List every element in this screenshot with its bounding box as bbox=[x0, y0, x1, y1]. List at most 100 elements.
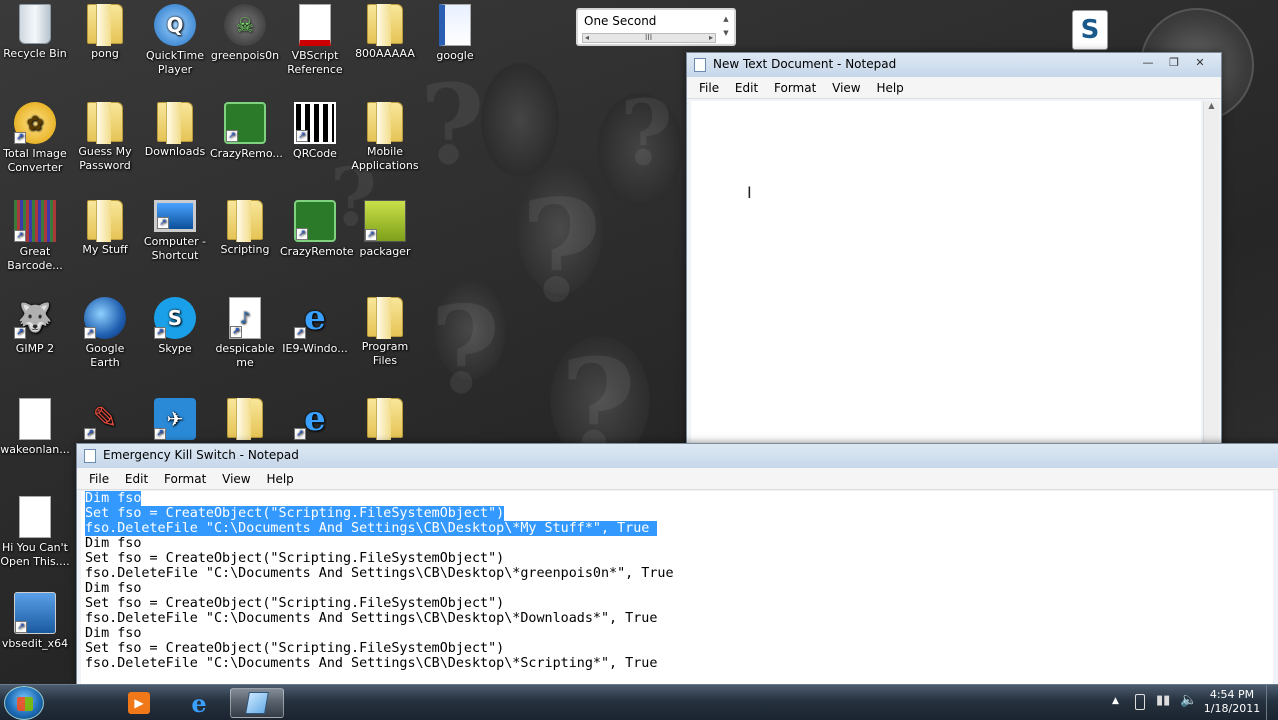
line-text: Dim fso bbox=[85, 626, 142, 641]
computer-icon: ↗ bbox=[154, 200, 196, 232]
desktop-icon[interactable]: ↗ vbsedit_x64 bbox=[0, 592, 70, 651]
desktop-icon[interactable]: ♪ ↗ despicable me bbox=[210, 297, 280, 370]
notepad-icon bbox=[84, 449, 96, 463]
crazyremote-icon: ↗ bbox=[224, 102, 266, 144]
desktop-icon[interactable]: Program Files bbox=[350, 297, 420, 368]
start-button[interactable] bbox=[4, 686, 44, 720]
desktop-icon-label: packager bbox=[359, 245, 411, 258]
menu-help[interactable]: Help bbox=[260, 472, 299, 486]
plane-icon: ✈ ↗ bbox=[154, 398, 196, 440]
desktop-icon[interactable]: 🐺 ↗ GIMP 2 bbox=[0, 297, 70, 356]
media-player-button[interactable]: ▶ bbox=[112, 688, 166, 718]
desktop-icon[interactable]: VBScript Reference bbox=[280, 4, 350, 77]
desktop-icon[interactable]: My Stuff bbox=[70, 200, 140, 257]
desktop-icon[interactable]: ↗ Great Barcode... bbox=[0, 200, 70, 273]
network-icon[interactable]: ▮▮ bbox=[1156, 693, 1170, 708]
desktop-icon[interactable]: ✿ ↗ Total Image Converter bbox=[0, 102, 70, 175]
notepad-kill-title: Emergency Kill Switch - Notepad bbox=[103, 448, 299, 462]
notepad-new-text-area[interactable]: I bbox=[691, 101, 1201, 447]
notepad-kill-window[interactable]: Emergency Kill Switch - Notepad File Edi… bbox=[76, 443, 1278, 684]
desktop-icon[interactable]: ☠ greenpois0n bbox=[210, 4, 280, 63]
clock[interactable]: 4:54 PM 1/18/2011 bbox=[1200, 688, 1264, 716]
desktop-icon[interactable]: ↗ QRCode bbox=[280, 102, 350, 161]
menu-format[interactable]: Format bbox=[768, 81, 822, 95]
desktop-icon[interactable]: Scripting bbox=[210, 200, 280, 257]
gadget-spinner[interactable]: ▲ ▼ bbox=[720, 12, 732, 42]
maximize-button[interactable]: ❐ bbox=[1161, 55, 1187, 72]
desktop-icon[interactable]: pong bbox=[70, 4, 140, 61]
desktop-icon[interactable]: ↗ CrazyRemote bbox=[280, 200, 354, 259]
desktop-icon[interactable]: e ↗ IE9-Windo... bbox=[280, 297, 350, 356]
desktop-icon[interactable]: google bbox=[420, 4, 490, 63]
vbs-script-icon[interactable]: S bbox=[1072, 10, 1108, 50]
desktop-icon[interactable]: 800AAAAA bbox=[350, 4, 420, 61]
ie-icon: e ↗ bbox=[294, 398, 336, 440]
menu-edit[interactable]: Edit bbox=[119, 472, 154, 486]
notepad-kill-titlebar[interactable]: Emergency Kill Switch - Notepad bbox=[77, 444, 1278, 468]
folder-icon bbox=[367, 102, 403, 144]
line-text: Dim fso bbox=[85, 536, 142, 551]
desktop-icon-label: Program Files bbox=[361, 340, 409, 367]
pencil-icon: ✎ ↗ bbox=[84, 398, 126, 440]
desktop-icon[interactable]: ✎ ↗ bbox=[70, 398, 140, 443]
notepad-new-window[interactable]: New Text Document - Notepad — ❐ ✕ File E… bbox=[686, 52, 1222, 448]
desktop-icon[interactable]: e ↗ bbox=[280, 398, 350, 443]
notepad-kill-text-area[interactable]: Dim fso Set fso = CreateObject("Scripting… bbox=[81, 491, 1273, 684]
notepad-taskbar-button[interactable] bbox=[230, 688, 284, 718]
desktop-icon[interactable]: Recycle Bin bbox=[0, 4, 70, 61]
volume-icon[interactable]: 🔈 bbox=[1180, 692, 1197, 708]
notepad-new-titlebar[interactable]: New Text Document - Notepad — ❐ ✕ bbox=[687, 53, 1221, 77]
code-line: Set fso = CreateObject("Scripting.FileSy… bbox=[85, 596, 1273, 611]
scroll-left-icon[interactable]: ◂ bbox=[585, 34, 589, 42]
desktop-icon[interactable]: ✈ ↗ bbox=[140, 398, 210, 443]
code-line: Set fso = CreateObject("Scripting.FileSy… bbox=[85, 551, 1273, 566]
notepad-icon bbox=[694, 58, 706, 72]
desktop-icon[interactable]: Mobile Applications bbox=[350, 102, 420, 173]
desktop-icon[interactable]: ↗ Computer - Shortcut bbox=[140, 200, 210, 263]
menu-view[interactable]: View bbox=[826, 81, 866, 95]
shortcut-arrow-icon: ↗ bbox=[157, 217, 169, 229]
one-second-gadget[interactable]: One Second ◂ III ▸ ▲ ▼ bbox=[576, 8, 736, 46]
vertical-scrollbar[interactable]: ▲ bbox=[1203, 101, 1219, 447]
scroll-right-icon[interactable]: ▸ bbox=[709, 34, 713, 42]
desktop-icon[interactable]: Hi You Can't Open This.... bbox=[0, 496, 70, 569]
battery-icon[interactable] bbox=[1135, 694, 1145, 710]
folder-icon bbox=[367, 398, 403, 440]
desktop-icon[interactable] bbox=[210, 398, 280, 441]
minimize-button[interactable]: — bbox=[1135, 55, 1161, 72]
shortcut-arrow-icon: ↗ bbox=[84, 327, 96, 339]
shortcut-arrow-icon: ↗ bbox=[365, 229, 377, 241]
shortcut-arrow-icon: ↗ bbox=[230, 326, 242, 338]
shortcut-arrow-icon: ↗ bbox=[226, 130, 238, 142]
menu-format[interactable]: Format bbox=[158, 472, 212, 486]
internet-explorer-button[interactable]: e bbox=[172, 688, 226, 718]
menu-file[interactable]: File bbox=[83, 472, 115, 486]
desktop-icon[interactable]: Downloads bbox=[140, 102, 210, 159]
desktop-icon[interactable]: ↗ packager bbox=[350, 200, 420, 259]
desktop-icon-label: Recycle Bin bbox=[3, 47, 67, 60]
desktop-icon[interactable]: Q QuickTime Player bbox=[140, 4, 210, 77]
desktop-icon[interactable]: S ↗ Skype bbox=[140, 297, 210, 356]
desktop-icon[interactable] bbox=[350, 398, 420, 441]
code-line: fso.DeleteFile "C:\Documents And Setting… bbox=[85, 566, 1273, 581]
menu-edit[interactable]: Edit bbox=[729, 81, 764, 95]
shortcut-arrow-icon: ↗ bbox=[154, 428, 166, 440]
gadget-scrollbar[interactable]: ◂ III ▸ bbox=[582, 33, 716, 43]
show-hidden-icons-button[interactable]: ▲ bbox=[1112, 696, 1119, 706]
code-line: Set fso = CreateObject("Scripting.FileSy… bbox=[85, 641, 1273, 656]
desktop-icon[interactable]: wakeonlan... bbox=[0, 398, 70, 457]
file-icon bbox=[19, 398, 51, 440]
desktop-icon[interactable]: ↗ Google Earth bbox=[70, 297, 140, 370]
gadget-scroll-mark: III bbox=[645, 33, 653, 42]
desktop-icon[interactable]: Guess My Password bbox=[70, 102, 140, 173]
desktop-icon[interactable]: ↗ CrazyRemo... bbox=[210, 102, 283, 161]
close-button[interactable]: ✕ bbox=[1187, 55, 1213, 72]
mp3-icon: ♪ ↗ bbox=[229, 297, 261, 339]
ie-icon: e bbox=[191, 688, 207, 718]
menu-file[interactable]: File bbox=[693, 81, 725, 95]
show-desktop-button[interactable] bbox=[1266, 685, 1278, 720]
desktop-icon-label: CrazyRemo... bbox=[210, 147, 283, 160]
menu-view[interactable]: View bbox=[216, 472, 256, 486]
menu-help[interactable]: Help bbox=[870, 81, 909, 95]
text-cursor-icon: I bbox=[747, 183, 752, 202]
